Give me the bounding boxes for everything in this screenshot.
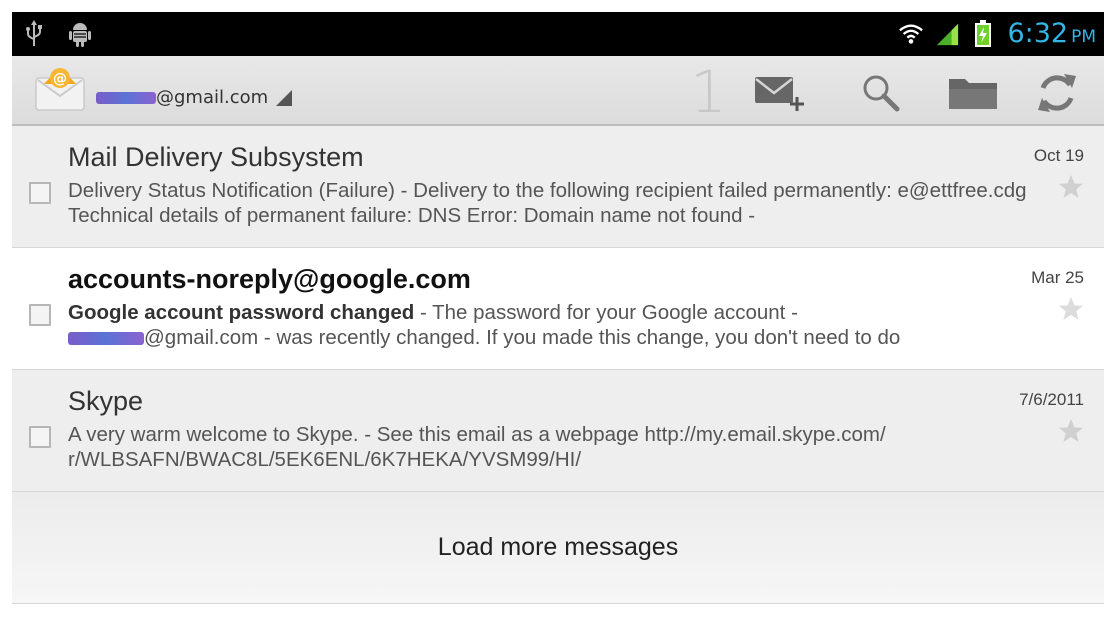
message-row[interactable]: Mail Delivery Subsystem Oct 19 Delivery … [12,126,1104,248]
load-more-label: Load more messages [437,533,679,561]
star-icon[interactable] [1058,296,1084,322]
compose-icon [755,77,804,111]
status-clock: 6:32 PM [1007,18,1096,49]
message-date: Oct 19 [1033,146,1084,165]
message-sender: Mail Delivery Subsystem [68,142,364,172]
search-button[interactable] [852,70,910,116]
message-checkbox[interactable] [29,304,51,326]
folder-icon [949,79,997,109]
message-snippet: Delivery Status Notification (Failure) -… [68,179,1027,227]
message-date: Mar 25 [1031,268,1084,287]
unread-count: 1 [690,58,727,126]
refresh-icon [1038,74,1076,112]
status-bar: 6:32 PM [12,12,1104,56]
redacted-username [68,332,144,346]
wifi-icon [899,20,924,48]
svg-text:@: @ [53,71,67,87]
star-icon[interactable] [1058,174,1084,200]
action-bar: @ @gmail.com 1 [12,56,1104,126]
folders-button[interactable] [944,70,1002,116]
message-date: 7/6/2011 [1019,390,1084,409]
message-snippet: A very warm welcome to Skype. - See this… [68,423,886,471]
message-subject: Google account password changed [68,301,415,324]
redacted-username [96,91,156,104]
message-checkbox[interactable] [29,426,51,448]
usb-icon [22,20,46,48]
message-row[interactable]: accounts-noreply@google.com Mar 25 Googl… [12,248,1104,370]
search-icon [863,75,900,112]
compose-button[interactable] [750,70,808,116]
star-icon[interactable] [1058,418,1084,444]
message-snippet: Google account password changed - The pa… [68,301,901,349]
signal-icon [935,20,959,48]
message-row[interactable]: Skype 7/6/2011 A very warm welcome to Sk… [12,370,1104,492]
message-sender: accounts-noreply@google.com [68,264,471,294]
message-sender: Skype [68,386,144,416]
message-checkbox[interactable] [29,182,51,204]
android-debug-icon [68,20,92,48]
email-app-icon: @ [34,68,86,112]
message-list: Mail Delivery Subsystem Oct 19 Delivery … [12,126,1104,604]
refresh-button[interactable] [1028,70,1086,116]
load-more-button[interactable]: Load more messages [12,492,1104,604]
account-spinner[interactable]: @ @gmail.com [34,68,293,112]
account-name: @gmail.com [96,87,293,108]
dropdown-triangle-icon [276,89,293,106]
battery-charging-icon [971,19,995,48]
